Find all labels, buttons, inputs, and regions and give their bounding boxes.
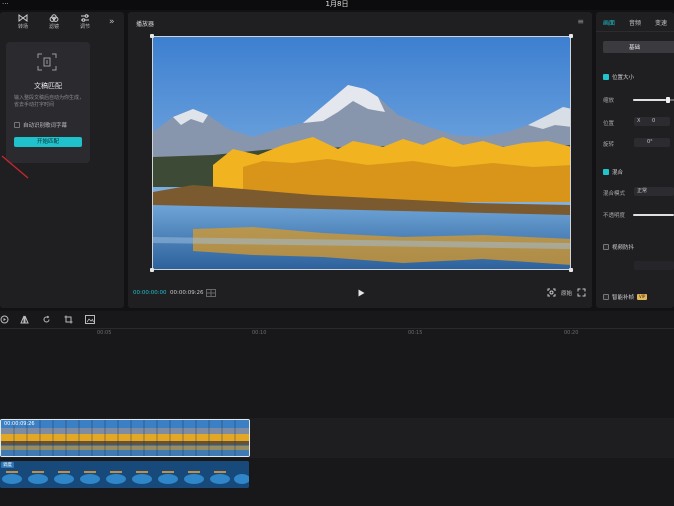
blend-mode-select[interactable]: 正常: [634, 187, 674, 196]
properties-tabs: 画面 音频 变速: [596, 12, 674, 32]
ruler-tick: 00:05: [97, 330, 112, 336]
tab-filter[interactable]: 滤镜: [39, 14, 69, 30]
fullscreen-icon[interactable]: [577, 288, 586, 297]
position-x-value: 0: [652, 118, 656, 124]
clip-duration: 00:00:09:26: [4, 421, 35, 427]
crop-handle[interactable]: [569, 268, 573, 272]
stabilize-section[interactable]: 视频防抖: [603, 243, 634, 251]
filter-icon: [49, 14, 59, 22]
position-label: 位置: [603, 121, 615, 127]
main-video-clip[interactable]: 00:00:09:26: [0, 419, 250, 457]
adjustment-clip[interactable]: 调度: [0, 461, 249, 488]
player-title: 播放器: [136, 21, 155, 28]
script-match-card: 文稿匹配 输入整段文稿后自动为你生成，省去手动打字时间 自动识别歌词字幕 开始匹…: [6, 42, 90, 163]
timeline-panel: 00:05 00:10 00:15 00:20 00:00:09:26 调度: [0, 311, 674, 506]
blend-mode-value: 正常: [637, 188, 648, 194]
project-title: 1月8日: [325, 0, 349, 8]
ruler-tick: 00:20: [564, 330, 579, 336]
crop-handle[interactable]: [569, 34, 573, 38]
left-panel: 转场 滤镜 调节 » 文稿匹配 输入整段文稿后自动为你生成，省去手动打字时间 自…: [0, 12, 124, 308]
tab-audio[interactable]: 音频: [629, 18, 641, 27]
player-menu-icon[interactable]: ≡: [577, 17, 584, 26]
card-title: 文稿匹配: [34, 82, 62, 90]
smart-frame-checkbox[interactable]: [603, 294, 609, 300]
player-controls: 00:00:00:00 00:00:09:26 原始: [128, 286, 592, 302]
lyrics-checkbox[interactable]: [14, 122, 20, 128]
adjustment-clip-label: 调度: [1, 462, 14, 468]
adjustment-clip-pattern: [0, 461, 249, 488]
opacity-label: 不透明度: [603, 213, 626, 219]
card-description: 输入整段文稿后自动为你生成，省去手动打字时间: [14, 95, 85, 108]
tab-basic[interactable]: 基础: [603, 41, 674, 53]
total-timecode: 00:00:09:26: [170, 290, 204, 296]
time-ruler[interactable]: 00:05 00:10 00:15 00:20: [0, 329, 674, 339]
blend-label: 混合: [612, 170, 624, 176]
freeze-frame-icon[interactable]: [0, 315, 9, 324]
properties-panel: 画面 音频 变速 基础 位置大小 缩放 位置 X 0 旋转 0° 混合 混合模式…: [596, 12, 674, 308]
picture-icon[interactable]: [85, 315, 95, 324]
position-size-checkbox[interactable]: [603, 74, 609, 80]
script-scan-icon: [37, 53, 57, 71]
scale-slider-knob[interactable]: [666, 97, 670, 103]
lyrics-checkbox-row[interactable]: 自动识别歌词字幕: [14, 121, 67, 129]
blend-checkbox[interactable]: [603, 169, 609, 175]
lyrics-checkbox-label: 自动识别歌词字幕: [23, 123, 68, 129]
tab-adjust[interactable]: 调节: [70, 14, 100, 30]
adjust-icon: [81, 14, 89, 22]
crop-handle[interactable]: [150, 34, 154, 38]
title-bar: ··· 1月8日: [0, 0, 674, 10]
position-x-prefix: X: [637, 118, 641, 124]
opacity-slider[interactable]: [633, 214, 674, 216]
red-arrow-annotation: [1, 155, 29, 179]
tab-transition[interactable]: 转场: [8, 14, 38, 30]
tab-basic-label: 基础: [629, 45, 641, 51]
position-x-field[interactable]: X 0: [634, 117, 670, 126]
timeline-toolbar: [0, 311, 674, 329]
mirror-icon[interactable]: [20, 315, 29, 324]
smart-frame-label: 智能补帧: [612, 295, 635, 301]
vip-badge: VIP: [637, 294, 648, 300]
current-timecode: 00:00:00:00: [133, 290, 167, 296]
ruler-tick: 00:15: [408, 330, 423, 336]
smart-frame-section[interactable]: 智能补帧 VIP: [603, 293, 648, 301]
rotate-value: 0°: [647, 139, 653, 145]
blend-mode-label: 混合模式: [603, 191, 626, 197]
aspect-ratio-label[interactable]: 原始: [561, 289, 572, 297]
clip-thumbnails: [1, 420, 249, 456]
stabilize-label: 视频防抖: [612, 245, 635, 251]
stabilize-level-select[interactable]: [634, 261, 674, 270]
blend-section[interactable]: 混合: [603, 168, 623, 176]
start-match-button[interactable]: 开始匹配: [14, 137, 82, 147]
tab-speed[interactable]: 变速: [655, 18, 667, 27]
position-size-label: 位置大小: [612, 75, 635, 81]
landscape-frame-image: [153, 37, 570, 269]
expand-tabs-button[interactable]: »: [109, 17, 115, 27]
screenshot-icon[interactable]: [547, 288, 556, 297]
crop-icon[interactable]: [64, 315, 73, 324]
stabilize-checkbox[interactable]: [603, 244, 609, 250]
rotate-label: 旋转: [603, 142, 615, 148]
tab-video[interactable]: 画面: [603, 18, 615, 27]
scale-label: 缩放: [603, 98, 615, 104]
grid-icon[interactable]: [206, 289, 216, 297]
tab-filter-label: 滤镜: [48, 24, 59, 30]
transition-icon: [18, 14, 28, 22]
rotate-field[interactable]: 0°: [634, 138, 670, 147]
scale-slider-fill: [633, 99, 666, 101]
video-preview[interactable]: [152, 36, 571, 270]
player-right-icons: 原始: [547, 288, 586, 297]
rotate-icon[interactable]: [42, 315, 51, 324]
tool-tabs: 转场 滤镜 调节 »: [0, 12, 124, 36]
crop-handle[interactable]: [150, 268, 154, 272]
play-icon[interactable]: [356, 288, 366, 298]
player-panel: 播放器 ≡ 00:00:00:00 00:00:09:26 原始: [128, 12, 592, 308]
position-size-section[interactable]: 位置大小: [603, 73, 634, 81]
tab-adjust-label: 调节: [79, 24, 90, 30]
ruler-tick: 00:10: [252, 330, 267, 336]
tab-transition-label: 转场: [17, 24, 28, 30]
